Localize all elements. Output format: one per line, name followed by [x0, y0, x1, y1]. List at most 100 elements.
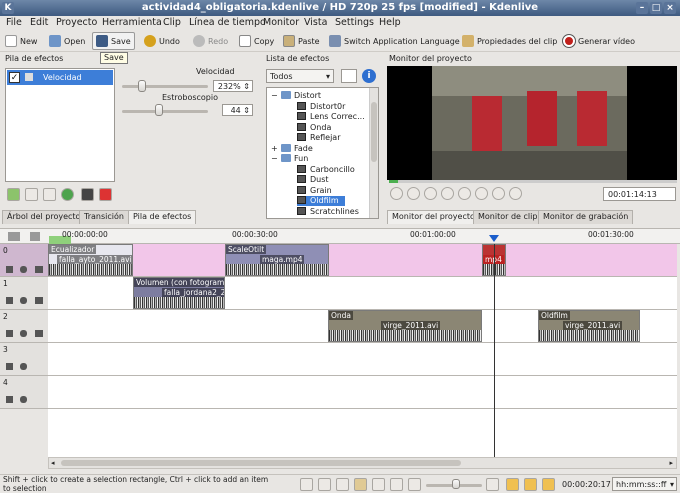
tree-effect[interactable]: Distort0r — [297, 101, 345, 112]
timeline-scroll-thumb[interactable] — [61, 460, 461, 466]
save-button[interactable]: Save — [92, 32, 135, 50]
menu-help[interactable]: Help — [379, 17, 401, 28]
maximize-icon[interactable]: □ — [650, 2, 662, 14]
clip-properties-button[interactable]: Propiedades del clip — [459, 32, 560, 50]
track-body-3[interactable] — [48, 343, 677, 376]
menu-herramienta[interactable]: Herramienta — [102, 17, 162, 28]
tree-effect[interactable]: Dust — [297, 175, 329, 185]
track-options-icon[interactable] — [30, 232, 40, 241]
estroboscopio-spinbox[interactable]: 44 ⇕ — [222, 104, 253, 116]
tree-effect[interactable]: Oldfilm — [297, 196, 345, 206]
move-down-icon[interactable] — [43, 188, 56, 201]
effect-enabled-checkbox[interactable]: ✓ — [9, 72, 20, 83]
tree-folder[interactable]: − Fun — [271, 154, 308, 164]
clip-falla-jordana[interactable]: Volumen (con fotograma... falla_jordana2… — [133, 277, 225, 309]
estroboscopio-slider-handle[interactable] — [155, 104, 163, 116]
tab-monitor-grabacion[interactable]: Monitor de grabación — [538, 210, 634, 224]
ripple-icon[interactable] — [542, 478, 555, 491]
lock-icon[interactable] — [6, 266, 13, 273]
tree-effect[interactable]: Reflejar — [297, 133, 341, 143]
track-head-0[interactable]: 0 — [0, 244, 48, 277]
tree-folder[interactable]: − Distort — [271, 91, 321, 101]
tree-folder[interactable]: + Fade — [271, 143, 313, 154]
mute-icon[interactable] — [20, 297, 27, 304]
undo-button[interactable]: Undo — [141, 32, 183, 50]
menu-edit[interactable]: Edit — [30, 17, 48, 28]
video-toggle-icon[interactable] — [35, 330, 43, 337]
lock-icon[interactable] — [6, 330, 13, 337]
play-icon[interactable] — [458, 187, 471, 200]
velocidad-slider[interactable] — [122, 85, 208, 88]
fast-forward-icon[interactable] — [492, 187, 505, 200]
effect-filter-dropdown[interactable]: Todos ▾ — [266, 69, 334, 83]
zoom-out-icon[interactable] — [408, 478, 421, 491]
tab-monitor-proyecto[interactable]: Monitor del proyecto — [387, 210, 480, 224]
collapse-icon[interactable]: − — [271, 91, 278, 100]
minimize-icon[interactable]: – — [636, 2, 648, 14]
timeline-hscrollbar[interactable]: ◂ ▸ — [48, 457, 677, 469]
track-body-4[interactable] — [48, 376, 677, 409]
expand-icon[interactable]: + — [271, 144, 278, 153]
playhead-marker-icon[interactable] — [489, 235, 499, 242]
tree-effect[interactable]: Lens Correc... — [297, 112, 365, 122]
menu-file[interactable]: File — [6, 17, 22, 28]
open-button[interactable]: Open — [46, 32, 88, 50]
view-mode-icon[interactable] — [300, 478, 313, 491]
track-zoom-icon[interactable] — [8, 232, 20, 241]
set-zone-start-icon[interactable] — [390, 187, 403, 200]
delete-effect-icon[interactable] — [99, 188, 112, 201]
tree-effect[interactable]: Carboncillo — [297, 164, 355, 175]
redo-button[interactable]: Redo — [190, 32, 231, 50]
tab-monitor-clip[interactable]: Monitor de clip — [473, 210, 543, 224]
menu-proyecto[interactable]: Proyecto — [56, 17, 97, 28]
rewind-icon[interactable] — [424, 187, 437, 200]
scroll-left-icon[interactable]: ◂ — [51, 459, 55, 467]
close-icon[interactable]: × — [664, 2, 676, 14]
menu-monitor[interactable]: Monitor — [263, 17, 299, 28]
track-body-2[interactable]: Onda virge_2011.avi Oldfilm virge_2011.a… — [48, 310, 677, 343]
render-button[interactable]: Generar vídeo — [560, 32, 638, 50]
scroll-right-icon[interactable]: ▸ — [669, 459, 673, 467]
reset-effect-icon[interactable] — [61, 188, 74, 201]
track-body-1[interactable]: Volumen (con fotograma... falla_jordana2… — [48, 277, 677, 310]
lock-icon[interactable] — [6, 297, 13, 304]
new-button[interactable]: New — [2, 32, 40, 50]
split-audio-icon[interactable] — [524, 478, 537, 491]
zoom-in-icon[interactable] — [486, 478, 499, 491]
clip-virge-onda[interactable]: Onda virge_2011.avi — [328, 310, 482, 342]
playhead-line[interactable] — [494, 244, 495, 457]
razor-tool-icon[interactable] — [390, 478, 403, 491]
timeline-empty-area[interactable] — [48, 409, 677, 457]
video-toggle-icon[interactable] — [35, 297, 43, 304]
track-body-0[interactable]: Ecualizador falla_ayto_2011.avi ScaleOti… — [48, 244, 677, 277]
mute-icon[interactable] — [20, 363, 27, 370]
tab-pila-efectos[interactable]: Pila de efectos — [128, 210, 197, 224]
audio-thumb-icon[interactable] — [336, 478, 349, 491]
paste-button[interactable]: Paste — [280, 32, 323, 50]
monitor-progress-bar[interactable] — [389, 180, 677, 183]
track-head-4[interactable]: 4 — [0, 376, 48, 409]
velocidad-slider-handle[interactable] — [138, 80, 146, 92]
mute-icon[interactable] — [20, 266, 27, 273]
collapse-icon[interactable]: − — [271, 154, 278, 163]
menu-settings[interactable]: Settings — [335, 17, 374, 28]
menu-linea-tiempo[interactable]: Línea de tiempo — [189, 17, 266, 28]
tree-effect[interactable]: Onda — [297, 122, 331, 133]
zoom-slider-handle[interactable] — [452, 479, 460, 489]
move-up-icon[interactable] — [25, 188, 38, 201]
menu-clip[interactable]: Clip — [163, 17, 181, 28]
step-forward-icon[interactable] — [475, 187, 488, 200]
clip-falla-ayto[interactable]: Ecualizador falla_ayto_2011.avi — [48, 244, 133, 276]
tab-arbol-proyecto[interactable]: Árbol del proyecto — [2, 210, 86, 224]
track-head-2[interactable]: 2 — [0, 310, 48, 343]
tree-scrollbar-thumb[interactable] — [371, 102, 377, 162]
effect-search-field[interactable] — [341, 69, 357, 83]
set-zone-end-icon[interactable] — [407, 187, 420, 200]
switch-language-button[interactable]: Switch Application Language — [326, 32, 463, 50]
tree-effect[interactable]: Grain — [297, 185, 332, 196]
video-toggle-icon[interactable] — [35, 266, 43, 273]
estroboscopio-slider[interactable] — [122, 110, 208, 113]
save-effect-icon[interactable] — [81, 188, 94, 201]
info-icon[interactable]: i — [362, 69, 376, 83]
velocidad-spinbox[interactable]: 232% ⇕ — [213, 80, 253, 92]
